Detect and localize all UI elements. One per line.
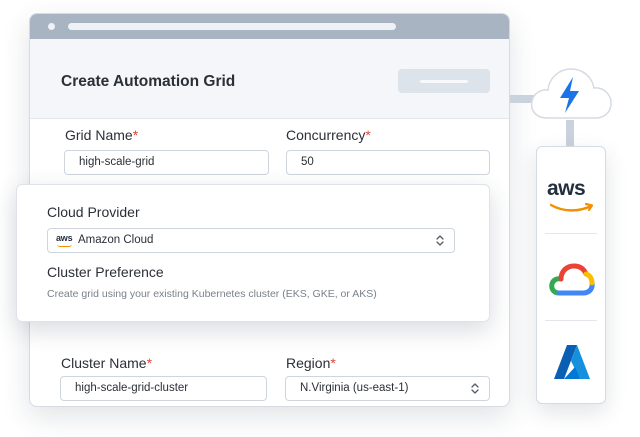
- lightning-cloud-icon: [527, 62, 615, 124]
- provider-logos-panel: aws: [536, 146, 606, 404]
- cluster-preference-label: Cluster Preference: [47, 264, 164, 280]
- cluster-name-label: Cluster Name*: [61, 355, 153, 371]
- aws-small-icon: aws: [56, 233, 73, 247]
- cloud-provider-value: Amazon Cloud: [78, 234, 154, 246]
- region-label: Region*: [286, 355, 336, 371]
- concurrency-input[interactable]: 50: [286, 150, 490, 175]
- address-bar: [68, 23, 396, 30]
- cloud-provider-select[interactable]: aws Amazon Cloud: [47, 228, 455, 253]
- cluster-name-input[interactable]: high-scale-grid-cluster: [60, 376, 267, 401]
- cloud-provider-label: Cloud Provider: [47, 204, 140, 220]
- azure-logo-icon: [554, 345, 590, 379]
- header-action-button[interactable]: [398, 69, 490, 93]
- cluster-preference-description: Create grid using your existing Kubernet…: [47, 288, 377, 300]
- region-select[interactable]: N.Virginia (us-east-1): [285, 376, 490, 401]
- divider: [545, 233, 597, 234]
- page-title: Create Automation Grid: [61, 73, 236, 90]
- concurrency-label: Concurrency*: [286, 127, 371, 143]
- chevron-updown-icon: [436, 235, 444, 246]
- google-cloud-logo-icon: [549, 263, 595, 296]
- window-titlebar: [30, 14, 509, 39]
- region-value: N.Virginia (us-east-1): [300, 382, 409, 394]
- grid-name-label: Grid Name*: [65, 127, 139, 143]
- window-dot: [48, 23, 55, 30]
- form-header: Create Automation Grid: [30, 39, 509, 119]
- grid-name-input[interactable]: high-scale-grid: [64, 150, 269, 175]
- divider: [545, 320, 597, 321]
- cloud-provider-card: Cloud Provider aws Amazon Cloud Cluster …: [16, 184, 490, 322]
- chevron-updown-icon: [471, 383, 479, 394]
